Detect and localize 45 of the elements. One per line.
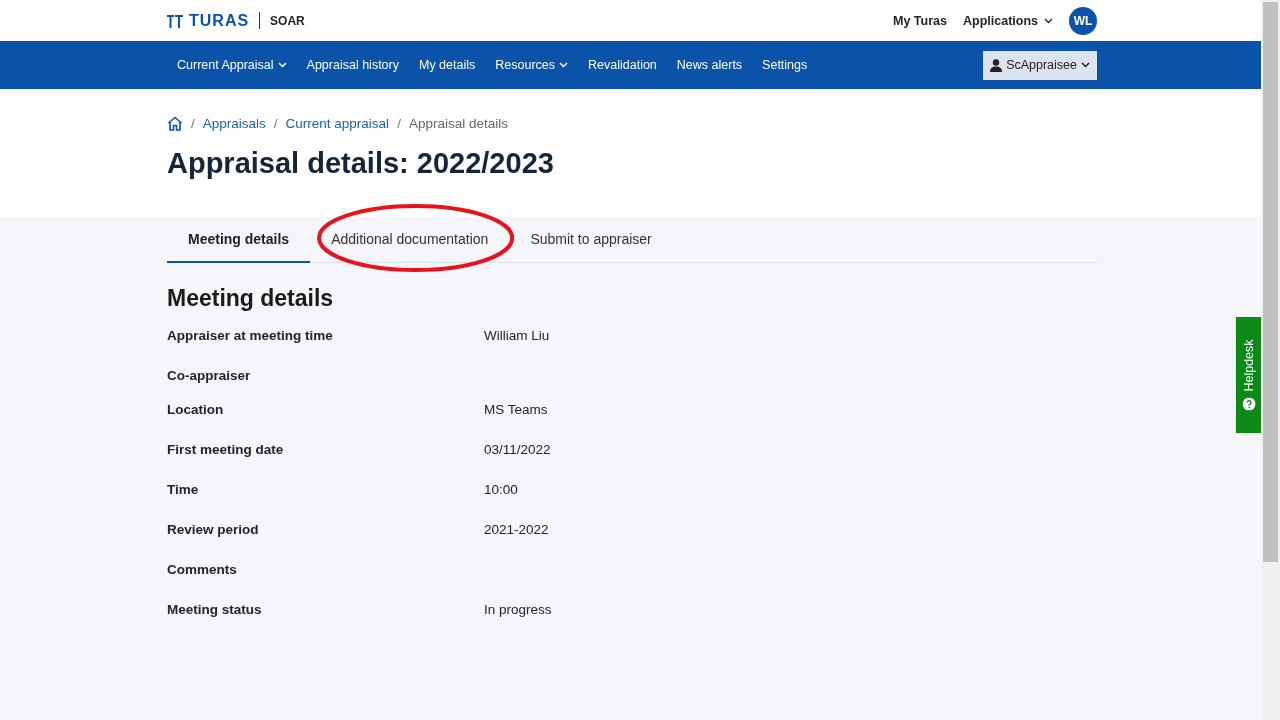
- tab[interactable]: Submit to appraiser: [509, 217, 673, 261]
- home-icon[interactable]: [167, 116, 183, 131]
- field-value: 10:00: [484, 482, 518, 497]
- field-value: 2021-2022: [484, 522, 549, 537]
- field-value: 03/11/2022: [484, 442, 551, 457]
- scrollbar[interactable]: [1261, 0, 1280, 720]
- page-title: Appraisal details: 2022/2023: [167, 147, 555, 180]
- user-menu-button[interactable]: ScAppraisee: [983, 50, 1097, 80]
- nav-item[interactable]: Appraisal history: [306, 58, 399, 72]
- nav-item[interactable]: Current Appraisal: [177, 58, 287, 72]
- breadcrumb-link[interactable]: Appraisals: [202, 116, 266, 131]
- header-link[interactable]: My Turas: [893, 13, 947, 28]
- help-icon: [1242, 397, 1255, 411]
- header-link[interactable]: Applications: [963, 13, 1053, 28]
- field-label: Location: [167, 402, 225, 417]
- person-icon: [990, 58, 1003, 72]
- tab[interactable]: Meeting details: [167, 217, 311, 263]
- field-value: William Liu: [484, 328, 550, 343]
- nav-item[interactable]: News alerts: [676, 58, 743, 72]
- breadcrumb-separator: /: [273, 116, 278, 131]
- nav-item[interactable]: Revalidation: [588, 58, 657, 72]
- chevron-down-icon: [1081, 62, 1090, 68]
- breadcrumb-separator: /: [191, 116, 195, 131]
- nav-item[interactable]: Settings: [762, 58, 808, 72]
- section-heading: Meeting details: [167, 285, 335, 312]
- user-avatar[interactable]: WL: [1069, 6, 1097, 35]
- field-label: Comments: [167, 562, 238, 577]
- nav-item[interactable]: My details: [419, 58, 476, 72]
- product-name: SOAR: [270, 13, 305, 28]
- field-label: Co-appraiser: [167, 368, 252, 383]
- nav-item[interactable]: Resources: [495, 58, 568, 72]
- turas-logo-icon: [167, 13, 183, 28]
- field-label: First meeting date: [167, 442, 285, 457]
- field-label: Meeting status: [167, 602, 263, 617]
- helpdesk-tab[interactable]: Helpdesk: [1236, 317, 1261, 433]
- breadcrumb-link[interactable]: Current appraisal: [285, 116, 390, 131]
- field-label: Review period: [167, 522, 260, 537]
- breadcrumb-current: Appraisal details: [408, 116, 508, 131]
- field-label: Time: [167, 482, 200, 497]
- breadcrumb-separator: /: [397, 116, 401, 131]
- tab[interactable]: Additional documentation: [310, 217, 510, 261]
- field-value: In progress: [484, 602, 552, 617]
- brand-name[interactable]: TURAS: [189, 11, 250, 30]
- field-value: MS Teams: [484, 402, 548, 417]
- field-label: Appraiser at meeting time: [167, 328, 334, 343]
